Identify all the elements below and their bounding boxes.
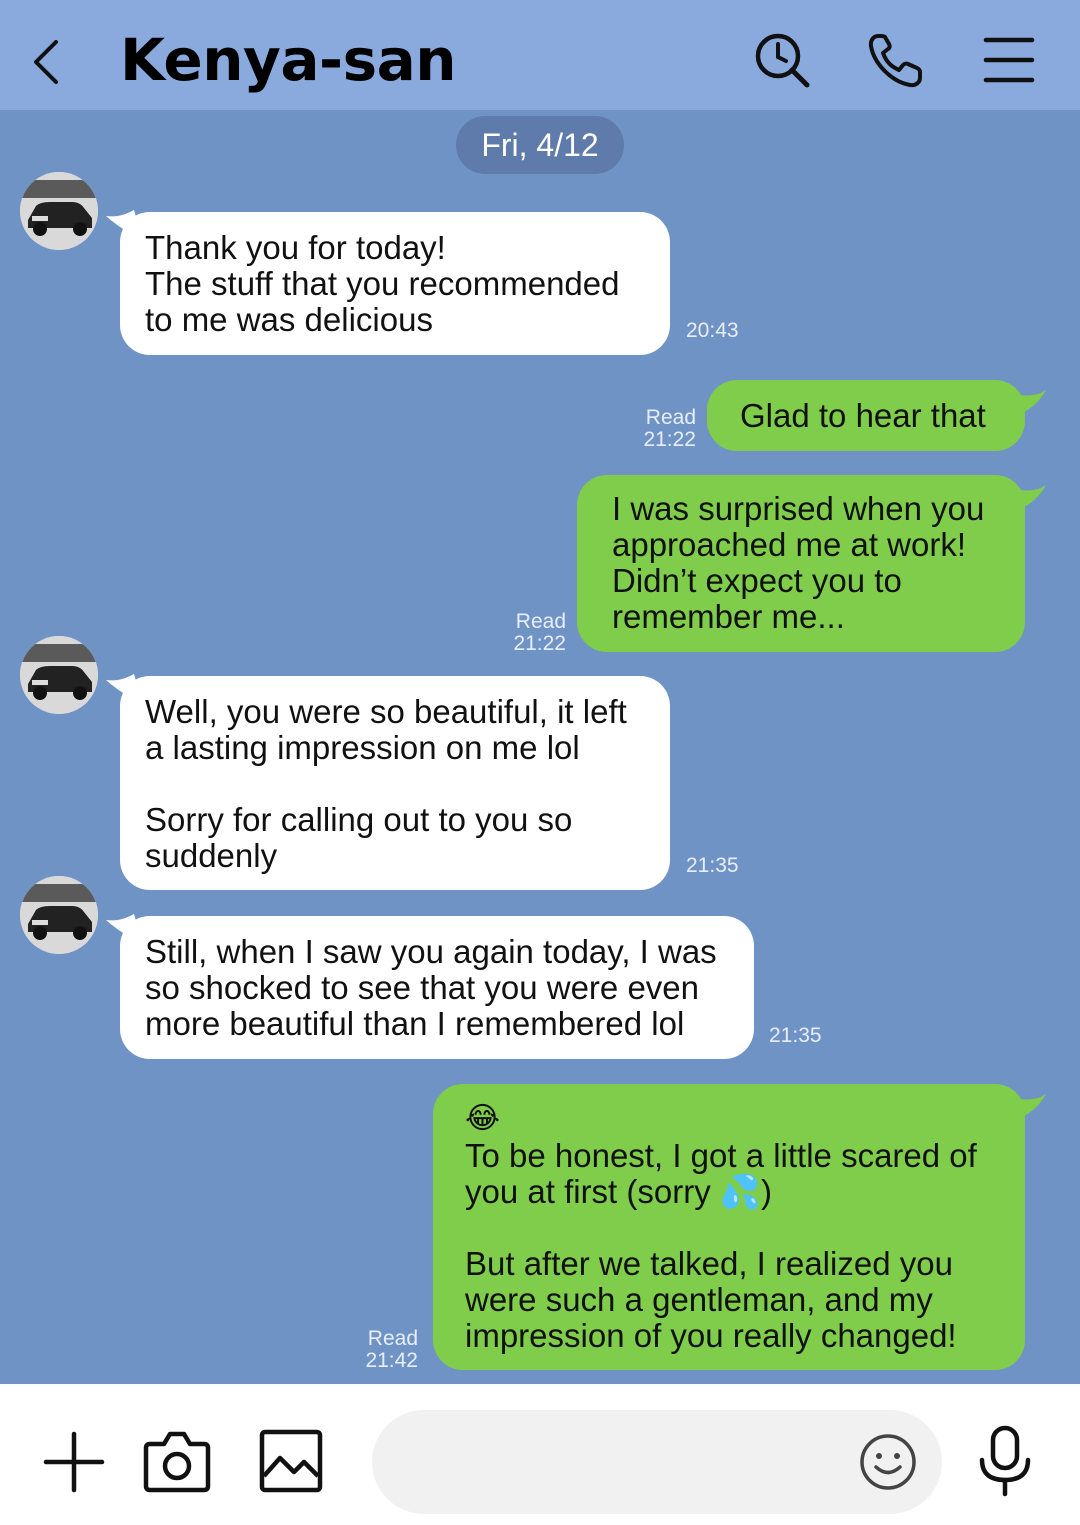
read-receipt: Read 21:22 <box>643 406 696 451</box>
incoming-message[interactable]: Still, when I saw you again today, I was… <box>120 916 754 1059</box>
read-receipt: Read 21:22 <box>513 610 566 655</box>
incoming-message[interactable]: Thank you for today! The stuff that you … <box>120 212 670 355</box>
plus-icon[interactable] <box>42 1430 106 1494</box>
message-time: 21:35 <box>686 854 739 877</box>
search-icon[interactable] <box>752 30 812 90</box>
laughing-crying-emoji: 😂 <box>465 1102 501 1135</box>
image-icon[interactable] <box>258 1428 324 1494</box>
contact-avatar[interactable] <box>20 172 98 250</box>
message-line: you at first (sorry 💦) <box>465 1173 772 1210</box>
outgoing-message[interactable]: I was surprised when you approached me a… <box>577 475 1025 652</box>
car-avatar-icon <box>20 172 98 250</box>
car-avatar-icon <box>20 636 98 714</box>
sweat-droplets-emoji: 💦 <box>719 1173 761 1210</box>
message-input[interactable] <box>372 1410 942 1514</box>
phone-icon[interactable] <box>866 30 926 90</box>
car-avatar-icon <box>20 876 98 954</box>
message-line: To be honest, I got a little scared of <box>465 1137 977 1174</box>
back-icon[interactable] <box>28 34 68 90</box>
message-time: 20:43 <box>686 319 739 342</box>
date-separator: Fri, 4/12 <box>456 116 624 174</box>
message-time: 21:35 <box>769 1024 822 1047</box>
read-receipt: Read 21:42 <box>365 1327 418 1372</box>
outgoing-message[interactable]: 😂 To be honest, I got a little scared of… <box>433 1084 1025 1370</box>
contact-avatar[interactable] <box>20 636 98 714</box>
emoji-icon[interactable] <box>858 1432 918 1492</box>
chat-header: Kenya-san <box>0 0 1080 110</box>
message-paragraph: But after we talked, I realized you were… <box>465 1245 957 1354</box>
outgoing-message[interactable]: Glad to hear that <box>707 380 1025 451</box>
microphone-icon[interactable] <box>974 1424 1036 1498</box>
camera-icon[interactable] <box>142 1426 212 1496</box>
incoming-message[interactable]: Well, you were so beautiful, it left a l… <box>120 676 670 890</box>
chat-title: Kenya-san <box>120 26 457 94</box>
menu-icon[interactable] <box>980 30 1040 90</box>
contact-avatar[interactable] <box>20 876 98 954</box>
